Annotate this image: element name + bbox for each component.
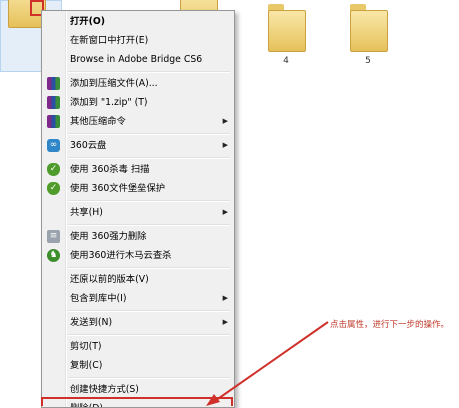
- annotation-text: 点击属性，进行下一步的操作。: [330, 320, 450, 330]
- annotation-arrow: [206, 321, 329, 406]
- properties-highlight-box: [41, 397, 233, 406]
